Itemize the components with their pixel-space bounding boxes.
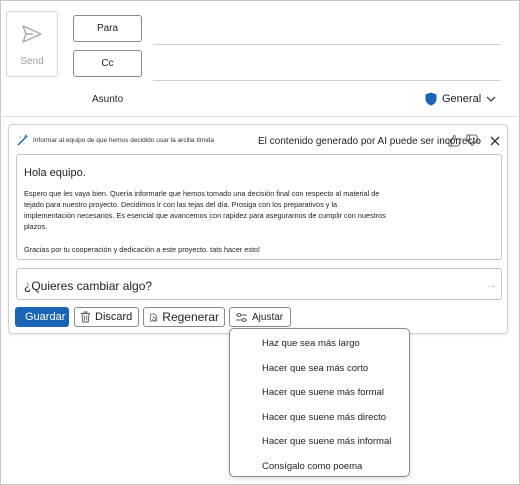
to-button[interactable]: Para xyxy=(73,15,142,42)
draft-greeting: Hola equipo. xyxy=(24,167,86,179)
adjust-button[interactable]: Ajustar xyxy=(229,307,291,327)
adjust-label: Ajustar xyxy=(252,311,284,323)
trash-icon xyxy=(81,311,90,323)
menu-item-formal[interactable]: Hacer que suene más formal xyxy=(262,387,384,398)
cc-button[interactable]: Cc xyxy=(73,50,142,77)
keep-button[interactable]: Guardar xyxy=(15,307,69,327)
menu-item-shorter[interactable]: Hacer que sea más corto xyxy=(262,363,368,374)
draft-line: tejado para nuestro proyecto. Decidimos … xyxy=(24,200,338,209)
to-field[interactable] xyxy=(153,44,501,45)
submit-arrow-icon[interactable]: → xyxy=(486,279,497,291)
keep-label: Guardar xyxy=(25,311,66,323)
regenerate-button[interactable]: Regenerar xyxy=(143,307,225,327)
copilot-pen-icon xyxy=(17,134,29,146)
chevron-down-icon xyxy=(486,96,496,102)
send-icon xyxy=(22,25,42,43)
regenerate-icon xyxy=(150,313,158,321)
send-button[interactable]: Send xyxy=(6,11,58,77)
sensitivity-label: General xyxy=(442,93,482,105)
discard-label: Discard xyxy=(95,311,133,323)
send-label: Send xyxy=(20,56,44,67)
draft-line: Espero que les vaya bien. Quería informa… xyxy=(24,189,380,198)
draft-line: plazos. xyxy=(24,222,48,231)
cc-field[interactable] xyxy=(153,80,501,81)
sliders-icon xyxy=(236,312,247,322)
close-icon[interactable] xyxy=(490,136,500,146)
menu-item-direct[interactable]: Hacer que suene más directo xyxy=(262,412,386,423)
draft-line: Gracias por tu cooperación y dedicación … xyxy=(24,245,261,254)
subject-label: Asunto xyxy=(92,94,124,105)
menu-item-longer[interactable]: Haz que sea más largo xyxy=(262,338,360,349)
adjust-menu xyxy=(229,328,410,477)
prompt-text: Informar al equipo de que hemos decidido… xyxy=(33,137,215,144)
shield-icon xyxy=(425,92,437,106)
menu-item-poem[interactable]: Consígalo como poema xyxy=(262,461,362,472)
regenerate-label: Regenerar xyxy=(162,310,219,324)
divider xyxy=(0,116,518,117)
refine-placeholder: ¿Quieres cambiar algo? xyxy=(24,279,153,293)
ai-disclaimer: El contenido generado por AI puede ser i… xyxy=(258,136,481,147)
draft-line: implementación necesarios. Es esencial q… xyxy=(24,211,386,220)
menu-item-casual[interactable]: Hacer que suene más informal xyxy=(262,436,391,447)
sensitivity-dropdown[interactable]: General xyxy=(425,91,496,107)
discard-button[interactable]: Discard xyxy=(74,307,139,327)
